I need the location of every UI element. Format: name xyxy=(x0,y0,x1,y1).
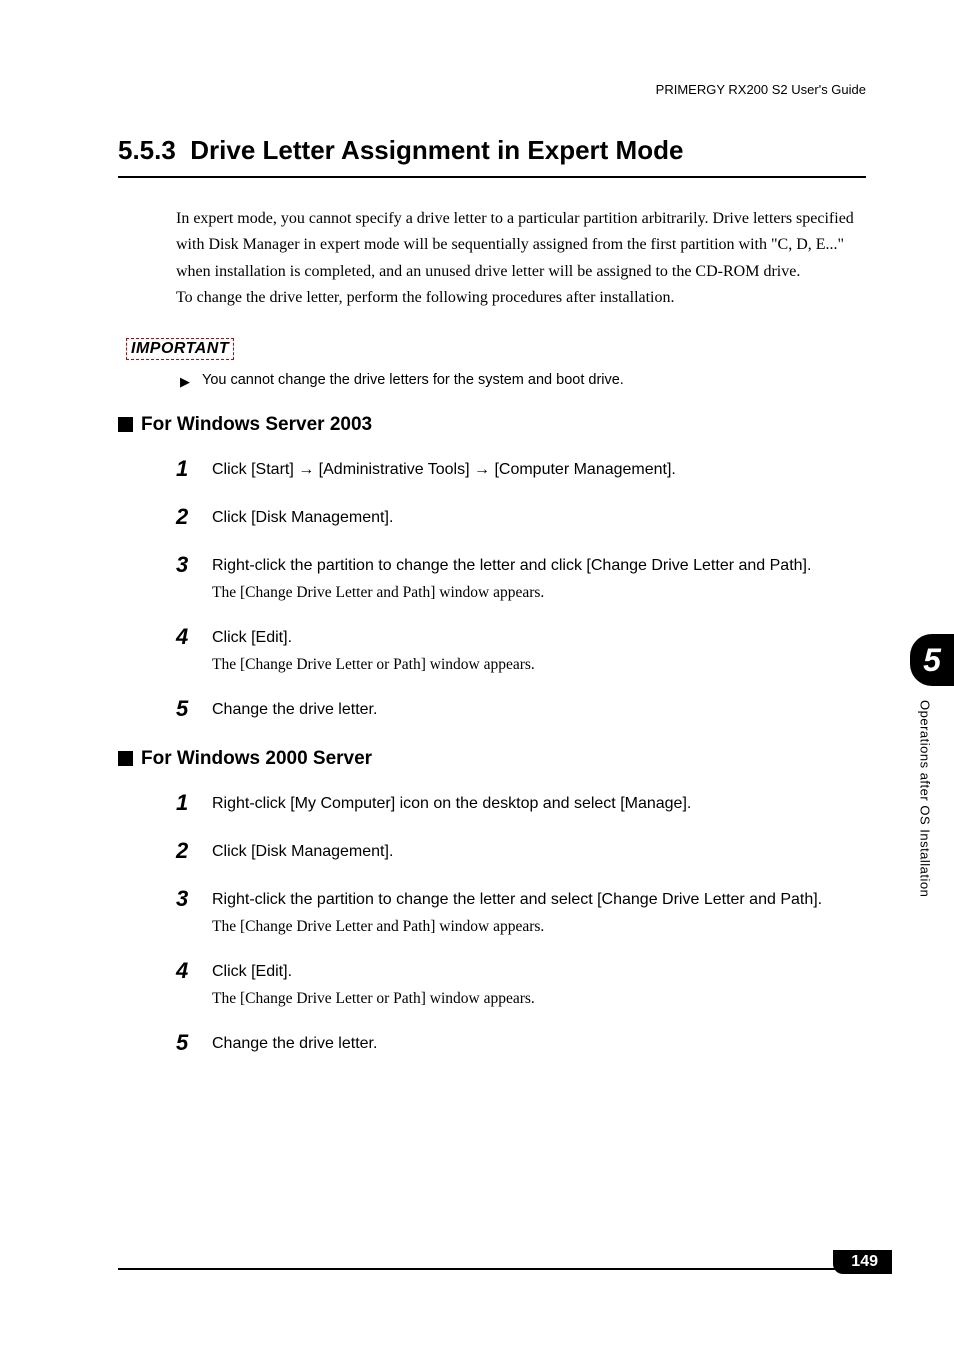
step-number: 4 xyxy=(176,624,212,650)
step-action: Right-click [My Computer] icon on the de… xyxy=(212,792,866,816)
step-note: The [Change Drive Letter and Path] windo… xyxy=(212,918,866,936)
footer-rule xyxy=(118,1268,892,1270)
step-item: 2 Click [Disk Management]. xyxy=(176,838,866,864)
step-item: 5 Change the drive letter. xyxy=(176,1030,866,1056)
section-heading: 5.5.3 Drive Letter Assignment in Expert … xyxy=(118,135,866,178)
intro-paragraph-1: In expert mode, you cannot specify a dri… xyxy=(176,206,856,285)
step-number: 4 xyxy=(176,958,212,984)
subsection-heading-win2000: For Windows 2000 Server xyxy=(118,748,866,770)
important-note-text: You cannot change the drive letters for … xyxy=(202,372,624,388)
square-bullet-icon xyxy=(118,751,133,766)
step-number: 2 xyxy=(176,504,212,530)
step-number: 3 xyxy=(176,886,212,912)
intro-block: In expert mode, you cannot specify a dri… xyxy=(176,206,856,312)
chapter-side-tab: 5 Operations after OS Installation xyxy=(910,634,954,897)
page-number: 149 xyxy=(833,1250,892,1274)
step-number: 5 xyxy=(176,696,212,722)
step-item: 4 Click [Edit]. The [Change Drive Letter… xyxy=(176,958,866,1008)
step-item: 5 Change the drive letter. xyxy=(176,696,866,722)
square-bullet-icon xyxy=(118,417,133,432)
step-item: 3 Right-click the partition to change th… xyxy=(176,886,866,936)
step-number: 1 xyxy=(176,790,212,816)
step-action: Right-click the partition to change the … xyxy=(212,554,866,578)
step-action: Click [Edit]. xyxy=(212,960,866,984)
step-item: 3 Right-click the partition to change th… xyxy=(176,552,866,602)
steps-win2003: 1 Click [Start] → [Administrative Tools]… xyxy=(176,456,866,722)
step-action: Change the drive letter. xyxy=(212,1032,866,1056)
step-action: Click [Disk Management]. xyxy=(212,840,866,864)
bullet-arrow-icon: ▶ xyxy=(180,374,190,390)
step-action: Change the drive letter. xyxy=(212,698,866,722)
chapter-number-badge: 5 xyxy=(910,634,954,686)
important-note-row: ▶ You cannot change the drive letters fo… xyxy=(180,372,866,390)
step-note: The [Change Drive Letter or Path] window… xyxy=(212,990,866,1008)
section-title-text: Drive Letter Assignment in Expert Mode xyxy=(190,135,683,165)
step-number: 1 xyxy=(176,456,212,482)
step-action: Click [Edit]. xyxy=(212,626,866,650)
intro-paragraph-2: To change the drive letter, perform the … xyxy=(176,285,856,311)
subsection-title-text: For Windows Server 2003 xyxy=(141,414,372,436)
step-number: 3 xyxy=(176,552,212,578)
step-action: Click [Disk Management]. xyxy=(212,506,866,530)
step-action: Click [Start] → [Administrative Tools] →… xyxy=(212,458,866,482)
subsection-title-text: For Windows 2000 Server xyxy=(141,748,372,770)
section-number: 5.5.3 xyxy=(118,135,176,165)
step-item: 1 Right-click [My Computer] icon on the … xyxy=(176,790,866,816)
subsection-heading-win2003: For Windows Server 2003 xyxy=(118,414,866,436)
step-item: 4 Click [Edit]. The [Change Drive Letter… xyxy=(176,624,866,674)
step-number: 2 xyxy=(176,838,212,864)
step-number: 5 xyxy=(176,1030,212,1056)
step-item: 1 Click [Start] → [Administrative Tools]… xyxy=(176,456,866,482)
step-note: The [Change Drive Letter or Path] window… xyxy=(212,656,866,674)
doc-header: PRIMERGY RX200 S2 User's Guide xyxy=(118,82,866,97)
chapter-label-vertical: Operations after OS Installation xyxy=(918,700,933,897)
step-action: Right-click the partition to change the … xyxy=(212,888,866,912)
step-item: 2 Click [Disk Management]. xyxy=(176,504,866,530)
important-label: IMPORTANT xyxy=(126,338,234,360)
step-note: The [Change Drive Letter and Path] windo… xyxy=(212,584,866,602)
steps-win2000: 1 Right-click [My Computer] icon on the … xyxy=(176,790,866,1056)
